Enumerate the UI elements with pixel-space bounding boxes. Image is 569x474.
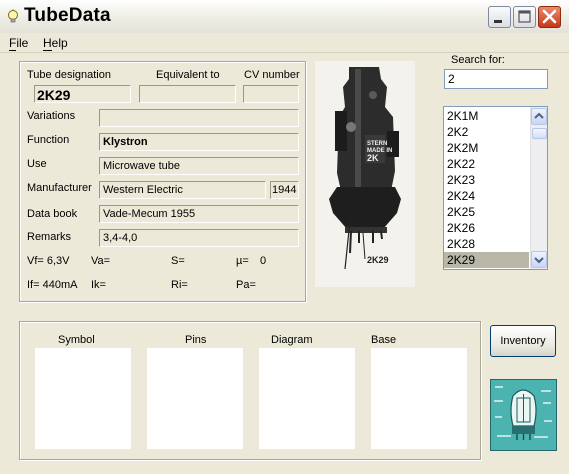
symbol-tile [35, 348, 131, 449]
pins-tile [147, 348, 243, 449]
ik-value: Ik= [91, 279, 106, 291]
function-field[interactable]: Klystron [99, 133, 299, 151]
close-button[interactable] [538, 6, 561, 28]
menu-file[interactable]: File [9, 36, 28, 50]
tube-photo-image [315, 61, 415, 287]
tube-list-items: 2K1M 2K2 2K2M 2K22 2K23 2K24 2K25 2K26 2K28 2K29 [444, 108, 529, 268]
year-field[interactable]: 1944 [270, 181, 299, 199]
remarks-field[interactable]: 3,4-4,0 [99, 229, 299, 247]
equivalent-label: Equivalent to [156, 69, 220, 81]
va-value: Va= [91, 255, 111, 267]
scroll-down-button[interactable] [531, 251, 547, 268]
tubedata-logo[interactable] [490, 379, 557, 451]
list-item[interactable]: 2K2M [444, 140, 529, 156]
function-label: Function [27, 134, 70, 146]
search-input[interactable] [444, 69, 548, 89]
cv-number-label: CV number [244, 69, 300, 81]
help-mnemonic-underline [43, 50, 52, 51]
mu-value: 0 [260, 255, 267, 267]
remarks-label: Remarks [27, 231, 72, 243]
cv-number-field[interactable] [243, 85, 299, 103]
photo-caption: 2K29 [367, 255, 389, 265]
tube-list[interactable]: 2K1M 2K2 2K2M 2K22 2K23 2K24 2K25 2K26 2K28 2K29 [443, 106, 548, 270]
databook-field[interactable]: Vade-Mecum 1955 [99, 205, 299, 223]
manufacturer-label: Manufacturer [27, 182, 92, 194]
minimize-icon [494, 20, 502, 23]
s-value: S= [171, 255, 185, 267]
list-item[interactable]: 2K26 [444, 220, 529, 236]
lightbulb-icon [8, 9, 18, 23]
pa-value: Pa= [236, 279, 256, 291]
inventory-button[interactable]: Inventory [490, 325, 556, 357]
list-item[interactable]: 2K28 [444, 236, 529, 252]
tube-photo: STERN MADE IN 2K 2K29 [315, 61, 415, 287]
list-item[interactable]: 2K1M [444, 108, 529, 124]
window-title: TubeData [24, 5, 111, 26]
diagram-tile [259, 348, 355, 449]
if-value: If= 440mA [27, 279, 78, 291]
base-tile [371, 348, 467, 449]
use-label: Use [27, 158, 47, 170]
vacuum-tube-icon [491, 380, 556, 450]
use-field[interactable]: Microwave tube [99, 157, 299, 175]
list-item[interactable]: 2K22 [444, 156, 529, 172]
databook-label: Data book [27, 208, 78, 220]
chevron-down-icon [534, 257, 544, 264]
file-mnemonic-underline [9, 50, 16, 51]
minimize-button[interactable] [488, 6, 511, 28]
ri-value: Ri= [171, 279, 188, 291]
scroll-up-button[interactable] [531, 108, 547, 125]
chevron-up-icon [534, 112, 544, 119]
tube-designation-label: Tube designation [27, 69, 111, 81]
equivalent-field[interactable] [139, 85, 236, 103]
pins-label: Pins [185, 334, 207, 346]
photo-stamp: STERN MADE IN 2K [367, 141, 393, 163]
menu-help[interactable]: Help [43, 36, 68, 50]
variations-field[interactable] [99, 109, 299, 127]
symbol-label: Symbol [58, 334, 95, 346]
manufacturer-field[interactable]: Western Electric [99, 181, 266, 199]
list-item[interactable]: 2K29 [444, 252, 529, 268]
maximize-button[interactable] [513, 6, 536, 28]
list-scrollbar[interactable] [530, 107, 547, 269]
mu-label: µ= [236, 255, 249, 267]
vf-value: Vf= 6,3V [27, 255, 70, 267]
list-item[interactable]: 2K25 [444, 204, 529, 220]
list-item[interactable]: 2K2 [444, 124, 529, 140]
close-icon [542, 9, 557, 24]
tube-designation-field[interactable]: 2K29 [34, 85, 131, 103]
diagram-label: Diagram [271, 334, 313, 346]
list-item[interactable]: 2K24 [444, 188, 529, 204]
menu-bar [0, 33, 569, 53]
scroll-thumb[interactable] [532, 128, 547, 139]
maximize-icon [518, 10, 531, 23]
base-label: Base [371, 334, 397, 346]
list-item[interactable]: 2K23 [444, 172, 529, 188]
variations-label: Variations [27, 110, 76, 122]
search-label: Search for: [451, 54, 505, 66]
